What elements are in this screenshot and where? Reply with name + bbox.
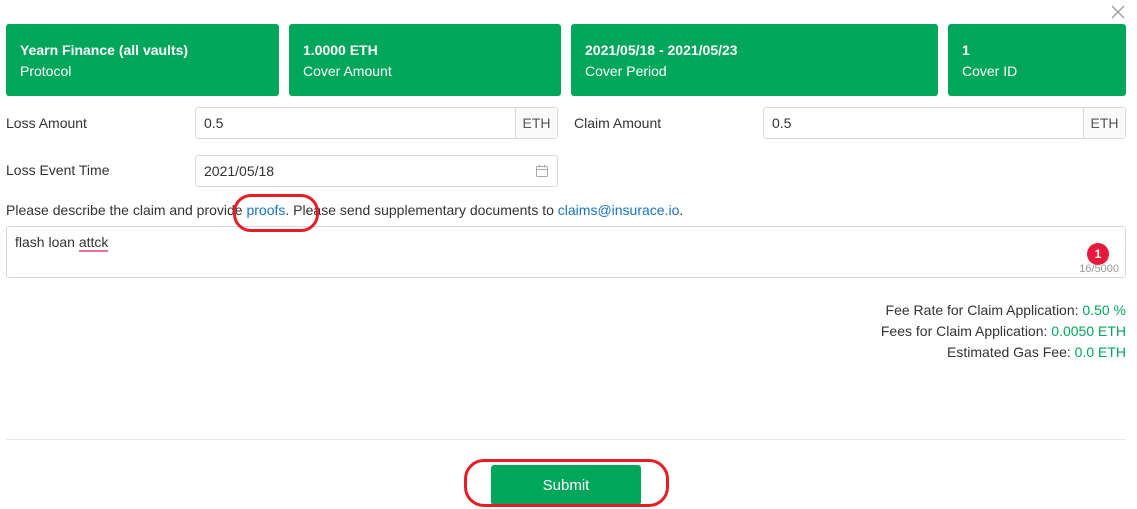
cover-period-label: Cover Period xyxy=(585,63,667,79)
claims-email-link[interactable]: claims@insurace.io xyxy=(558,202,680,218)
claim-fee-value: 0.0050 ETH xyxy=(1051,323,1126,339)
grammar-badge[interactable]: 1 xyxy=(1087,243,1109,265)
protocol-label: Protocol xyxy=(20,63,72,79)
character-counter: 16/5000 xyxy=(1079,263,1119,275)
loss-amount-value: 0.5 xyxy=(204,115,224,131)
description-text-start: flash loan xyxy=(15,234,79,250)
calendar-icon[interactable] xyxy=(535,164,549,178)
cover-amount-label: Cover Amount xyxy=(303,63,392,79)
submit-button[interactable]: Submit xyxy=(491,465,641,505)
gas-fee-row: Estimated Gas Fee: 0.0 ETH xyxy=(881,342,1126,363)
fee-rate-value: 0.50 % xyxy=(1082,302,1126,318)
cover-period-card: 2021/05/18 - 2021/05/23 Cover Period xyxy=(571,24,938,96)
claim-description-instructions: Please describe the claim and provide pr… xyxy=(6,202,683,218)
cover-id-card: 1 Cover ID xyxy=(948,24,1126,96)
gas-fee-value: 0.0 ETH xyxy=(1074,344,1126,360)
cover-id-label: Cover ID xyxy=(962,63,1018,79)
protocol-value: Yearn Finance (all vaults) xyxy=(20,42,189,58)
claim-amount-input[interactable]: 0.5 ETH xyxy=(763,107,1126,139)
claim-amount-label: Claim Amount xyxy=(574,115,662,131)
claim-fee-row: Fees for Claim Application: 0.0050 ETH xyxy=(881,321,1126,342)
cover-amount-value: 1.0000 ETH xyxy=(303,42,378,58)
protocol-card: Yearn Finance (all vaults) Protocol xyxy=(6,24,279,96)
gas-fee-label: Estimated Gas Fee: xyxy=(947,344,1075,360)
description-prefix: Please describe the claim and provide xyxy=(6,202,247,218)
proofs-link[interactable]: proofs xyxy=(246,202,285,218)
claim-description-text: flash loan attck xyxy=(15,234,109,252)
loss-event-time-label: Loss Event Time xyxy=(6,162,110,178)
description-middle: . Please send supplementary documents to xyxy=(285,202,558,218)
loss-amount-unit: ETH xyxy=(515,108,557,138)
fee-summary: Fee Rate for Claim Application: 0.50 % F… xyxy=(881,300,1126,363)
loss-event-time-value: 2021/05/18 xyxy=(204,163,275,179)
cover-amount-card: 1.0000 ETH Cover Amount xyxy=(289,24,561,96)
misspelled-word: attck xyxy=(78,234,109,252)
claim-amount-value: 0.5 xyxy=(772,115,792,131)
fee-rate-label: Fee Rate for Claim Application: xyxy=(885,302,1083,318)
loss-amount-label: Loss Amount xyxy=(6,115,87,131)
footer-divider xyxy=(6,439,1126,440)
loss-amount-input[interactable]: 0.5 ETH xyxy=(195,107,558,139)
fee-rate-row: Fee Rate for Claim Application: 0.50 % xyxy=(881,300,1126,321)
cover-period-value: 2021/05/18 - 2021/05/23 xyxy=(585,42,738,58)
cover-summary-cards: Yearn Finance (all vaults) Protocol 1.00… xyxy=(6,24,1126,96)
description-suffix: . xyxy=(679,202,684,218)
close-icon[interactable] xyxy=(1111,5,1125,19)
claim-description-textarea[interactable]: flash loan attck 1 16/5000 xyxy=(6,226,1126,278)
claim-amount-unit: ETH xyxy=(1083,108,1125,138)
cover-id-value: 1 xyxy=(962,42,970,58)
claim-fee-label: Fees for Claim Application: xyxy=(880,323,1052,339)
loss-event-date-picker[interactable]: 2021/05/18 xyxy=(195,155,558,187)
